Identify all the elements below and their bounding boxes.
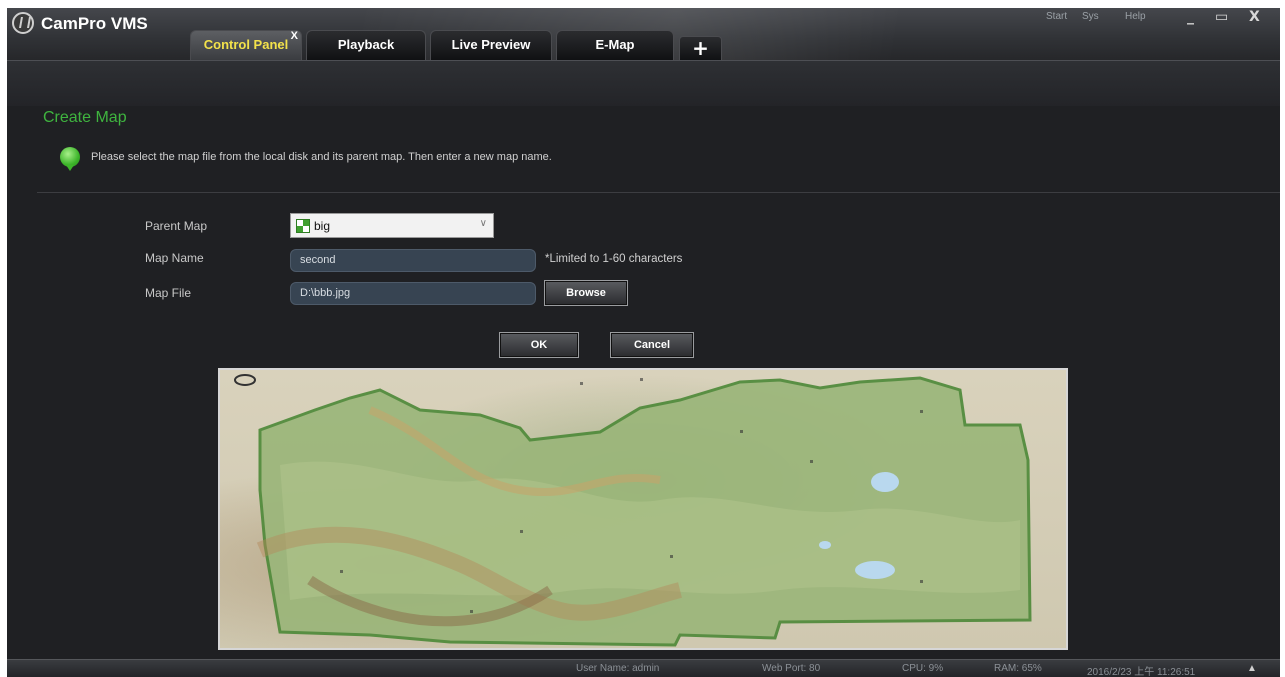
tab-label: Live Preview <box>451 37 531 52</box>
divider <box>37 192 1280 193</box>
toolbar-band <box>7 60 1280 106</box>
menu-help[interactable]: Help <box>1125 11 1146 22</box>
status-user: User Name: admin <box>576 663 660 674</box>
app-title: CamPro VMS <box>41 14 148 33</box>
app-window: CamPro VMS Control Panel X Playback Live… <box>7 8 1280 677</box>
parent-map-label: Parent Map <box>145 219 208 233</box>
status-datetime: 2016/2/23 上午 11:26:51 <box>1087 667 1196 677</box>
tab-e-map[interactable]: E-Map <box>556 30 674 60</box>
info-bubble-icon <box>60 147 80 171</box>
info-text: Please select the map file from the loca… <box>91 151 552 163</box>
tab-control-panel[interactable]: Control Panel X <box>190 30 302 60</box>
close-tab-icon[interactable]: X <box>291 22 298 50</box>
status-ram: RAM: 65% <box>994 663 1042 674</box>
status-cpu: CPU: 9% <box>902 663 944 674</box>
map-name-input[interactable]: second <box>290 249 536 272</box>
map-file-input[interactable]: D:\bbb.jpg <box>290 282 536 305</box>
browse-button[interactable]: Browse <box>544 280 628 306</box>
tab-label: Control Panel <box>203 37 289 52</box>
add-tab-button[interactable]: + <box>679 36 722 60</box>
tab-live-preview[interactable]: Live Preview <box>430 30 552 60</box>
menu-start[interactable]: Start <box>1046 11 1067 22</box>
map-file-label: Map File <box>145 286 192 300</box>
map-name-hint: *Limited to 1-60 characters <box>545 253 683 265</box>
map-tree-icon <box>296 219 310 233</box>
tab-label: E-Map <box>595 37 635 52</box>
cancel-button[interactable]: Cancel <box>610 332 694 358</box>
tab-label: Playback <box>337 37 395 52</box>
map-name-label: Map Name <box>145 251 204 265</box>
tab-playback[interactable]: Playback <box>306 30 426 60</box>
map-preview-image <box>218 368 1068 650</box>
ok-button[interactable]: OK <box>499 332 579 358</box>
status-port: Web Port: 80 <box>762 663 821 674</box>
status-expand-icon[interactable]: ▲ <box>1247 663 1257 674</box>
app-logo-icon <box>12 12 34 34</box>
map-preview-graphic <box>234 374 1032 647</box>
maximize-button[interactable]: ▭ <box>1215 9 1228 25</box>
title-bar: CamPro VMS Control Panel X Playback Live… <box>7 8 1280 60</box>
parent-map-select[interactable]: big ∨ <box>290 213 494 238</box>
minimize-button[interactable]: _ <box>1187 9 1194 25</box>
status-bar: User Name: admin Web Port: 80 CPU: 9% RA… <box>7 659 1280 677</box>
menu-sys[interactable]: Sys <box>1082 11 1099 22</box>
page-title: Create Map <box>43 109 127 126</box>
close-button[interactable]: X <box>1249 9 1260 25</box>
chevron-down-icon[interactable]: ∨ <box>480 218 487 229</box>
parent-map-value: big <box>314 219 331 233</box>
